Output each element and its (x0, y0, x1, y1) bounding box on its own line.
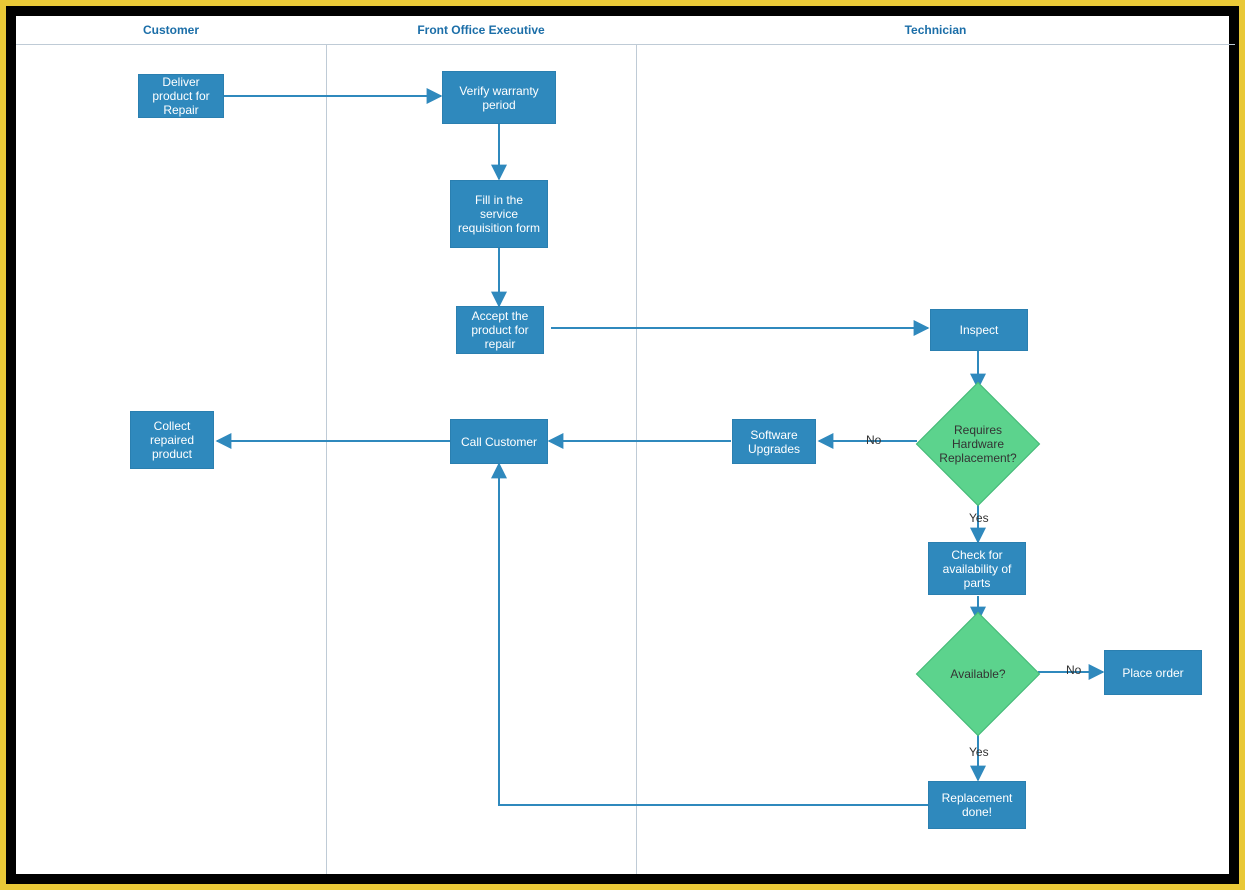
node-requires-hw-replacement-label: Requires Hardware Replacement? (917, 388, 1039, 500)
node-available-label: Available? (917, 618, 1039, 730)
node-replacement-done: Replacement done! (928, 781, 1026, 829)
node-available: Available? (917, 618, 1039, 730)
node-collect-product: Collect repaired product (130, 411, 214, 469)
node-place-order: Place order (1104, 650, 1202, 695)
edge-label-hw-no: No (866, 433, 881, 447)
edge-label-hw-yes: Yes (969, 511, 989, 525)
diagram-canvas: Customer Front Office Executive Technici… (12, 12, 1233, 878)
node-verify-warranty: Verify warranty period (442, 71, 556, 124)
node-deliver-product: Deliver product for Repair (138, 74, 224, 118)
node-call-customer: Call Customer (450, 419, 548, 464)
node-fill-form: Fill in the service requisition form (450, 180, 548, 248)
node-accept-product: Accept the product for repair (456, 306, 544, 354)
node-software-upgrades: Software Upgrades (732, 419, 816, 464)
edge-label-avail-no: No (1066, 663, 1081, 677)
edge-label-avail-yes: Yes (969, 745, 989, 759)
node-requires-hw-replacement: Requires Hardware Replacement? (917, 388, 1039, 500)
node-check-parts: Check for availability of parts (928, 542, 1026, 595)
diagram-frame: Customer Front Office Executive Technici… (0, 0, 1245, 890)
node-inspect: Inspect (930, 309, 1028, 351)
